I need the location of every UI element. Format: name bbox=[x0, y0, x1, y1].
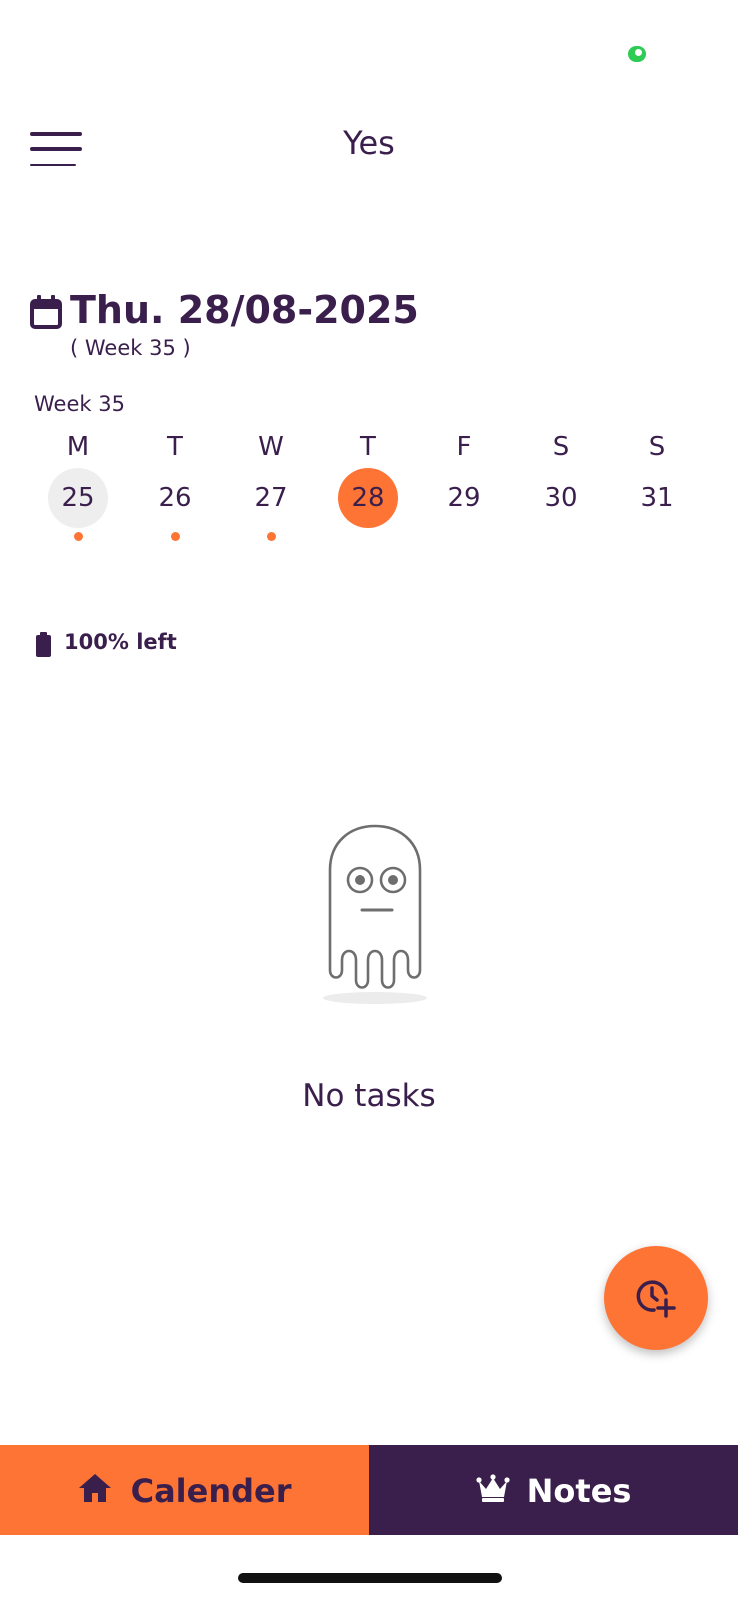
day-cell[interactable]: S 30 bbox=[526, 430, 596, 550]
tab-calender[interactable]: Calender bbox=[0, 1445, 369, 1535]
bottom-navigation: Calender Notes bbox=[0, 1445, 738, 1535]
day-cell[interactable]: F 29 bbox=[429, 430, 499, 550]
day-number: 27 bbox=[254, 483, 288, 513]
calendar-icon bbox=[30, 295, 62, 329]
empty-state-message: No tasks bbox=[302, 1078, 436, 1114]
day-cell[interactable]: T 28 bbox=[333, 430, 403, 550]
privacy-indicator-icon bbox=[628, 46, 646, 62]
day-letter: S bbox=[552, 432, 570, 462]
task-indicator-dot bbox=[74, 532, 83, 541]
week-label: Week 35 bbox=[34, 392, 125, 416]
day-number: 31 bbox=[640, 483, 674, 513]
day-cell[interactable]: T 26 bbox=[140, 430, 210, 550]
battery-text: 100% left bbox=[64, 630, 177, 654]
tab-notes[interactable]: Notes bbox=[369, 1445, 738, 1535]
day-cell[interactable]: W 27 bbox=[236, 430, 306, 550]
clock-plus-icon bbox=[636, 1280, 676, 1318]
day-letter: F bbox=[456, 432, 472, 462]
tab-calender-label: Calender bbox=[130, 1471, 292, 1510]
day-letter: M bbox=[66, 432, 90, 462]
date-title: Thu. 28/08-2025 bbox=[70, 288, 419, 332]
week-strip: M 25 T 26 W 27 T 28 F 29 S 30 S 31 bbox=[30, 430, 710, 550]
day-letter: T bbox=[167, 432, 183, 462]
day-cell[interactable]: S 31 bbox=[622, 430, 692, 550]
status-bar bbox=[0, 0, 738, 100]
day-letter: S bbox=[648, 432, 666, 462]
task-indicator-dot bbox=[171, 532, 180, 541]
current-date-block[interactable]: Thu. 28/08-2025 ( Week 35 ) bbox=[28, 288, 708, 368]
day-number: 26 bbox=[158, 483, 192, 513]
tab-notes-label: Notes bbox=[526, 1471, 632, 1510]
battery-full-icon bbox=[36, 632, 51, 657]
day-number: 28 bbox=[338, 468, 398, 528]
add-task-button[interactable] bbox=[604, 1246, 708, 1350]
day-letter: T bbox=[360, 432, 376, 462]
day-number: 30 bbox=[544, 483, 578, 513]
day-number: 25 bbox=[48, 468, 108, 528]
page-title: Yes bbox=[343, 124, 395, 162]
ghost-icon bbox=[323, 824, 427, 1004]
task-indicator-dot bbox=[267, 532, 276, 541]
day-letter: W bbox=[258, 432, 284, 462]
date-week-label: ( Week 35 ) bbox=[70, 336, 191, 360]
crown-icon bbox=[475, 1473, 510, 1502]
day-number: 29 bbox=[447, 483, 481, 513]
app-header: Yes bbox=[0, 112, 738, 182]
home-icon bbox=[79, 1473, 112, 1502]
day-cell[interactable]: M 25 bbox=[43, 430, 113, 550]
home-indicator[interactable] bbox=[238, 1573, 502, 1583]
